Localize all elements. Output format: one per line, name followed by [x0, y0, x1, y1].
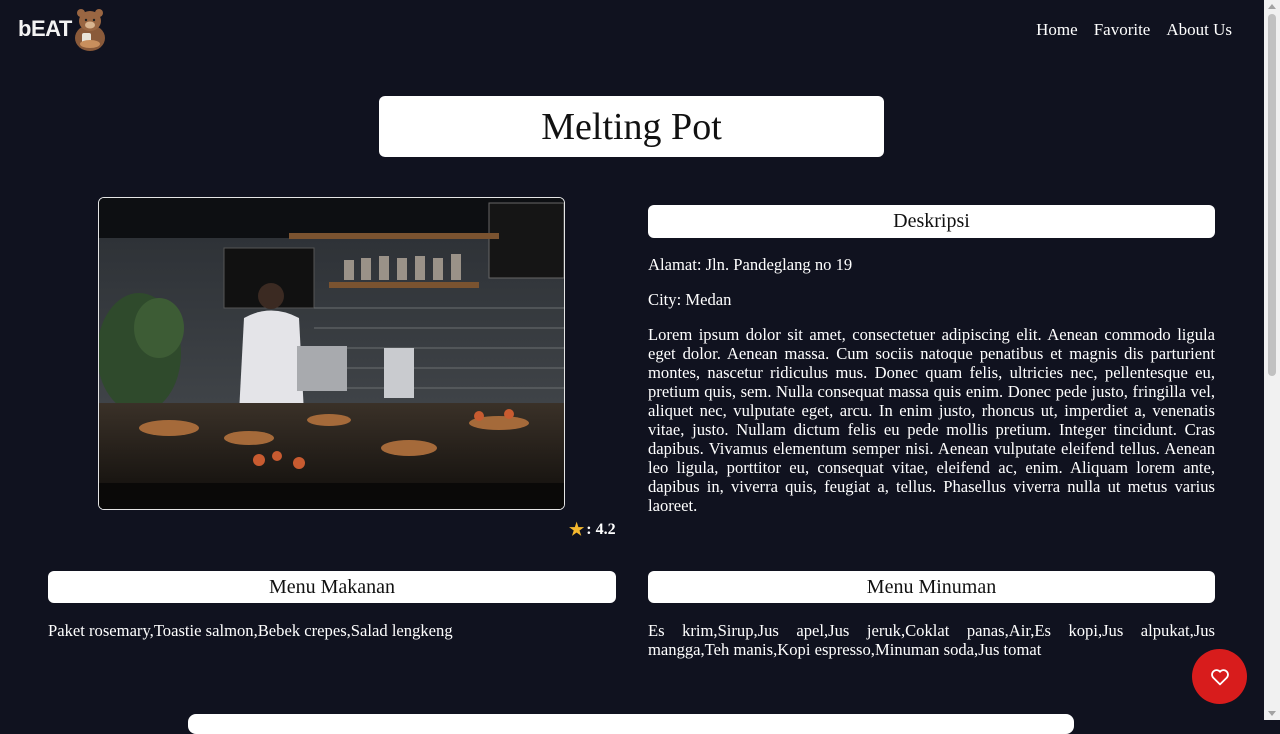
restaurant-image [98, 197, 565, 510]
description-heading: Deskripsi [648, 205, 1215, 238]
menu-minuman-list: Es krim,Sirup,Jus apel,Jus jeruk,Coklat … [648, 621, 1215, 659]
nav-link-favorite[interactable]: Favorite [1094, 20, 1151, 40]
description-text: Lorem ipsum dolor sit amet, consectetuer… [648, 325, 1215, 515]
rating-value: : 4.2 [586, 521, 616, 538]
scrollbar-thumb[interactable] [1268, 14, 1276, 376]
navbar: bEAT Home Favorite About Us [0, 0, 1264, 64]
star-icon: ★ [569, 520, 585, 539]
city-text: City: Medan [648, 290, 732, 309]
nav-link-about-us[interactable]: About Us [1166, 20, 1232, 40]
favorite-button[interactable] [1192, 649, 1247, 704]
page-scrollbar[interactable] [1264, 0, 1280, 720]
logo-text[interactable]: bEAT [18, 16, 72, 42]
scroll-down-icon[interactable] [1268, 711, 1276, 716]
restaurant-photo-illustration [99, 198, 564, 509]
menu-minuman-heading: Menu Minuman [648, 571, 1215, 603]
nav-link-home[interactable]: Home [1036, 20, 1078, 40]
review-section-top [188, 714, 1074, 734]
address-text: Alamat: Jln. Pandeglang no 19 [648, 255, 853, 274]
bear-logo-icon [75, 9, 105, 51]
menu-makanan-list: Paket rosemary,Toastie salmon,Bebek crep… [48, 621, 453, 640]
nav-links: Home Favorite About Us [1036, 20, 1232, 40]
heart-icon [1210, 668, 1229, 685]
restaurant-title: Melting Pot [379, 96, 884, 157]
scroll-up-icon[interactable] [1268, 4, 1276, 9]
menu-makanan-heading: Menu Makanan [48, 571, 616, 603]
rating: ★ : 4.2 [569, 520, 616, 540]
